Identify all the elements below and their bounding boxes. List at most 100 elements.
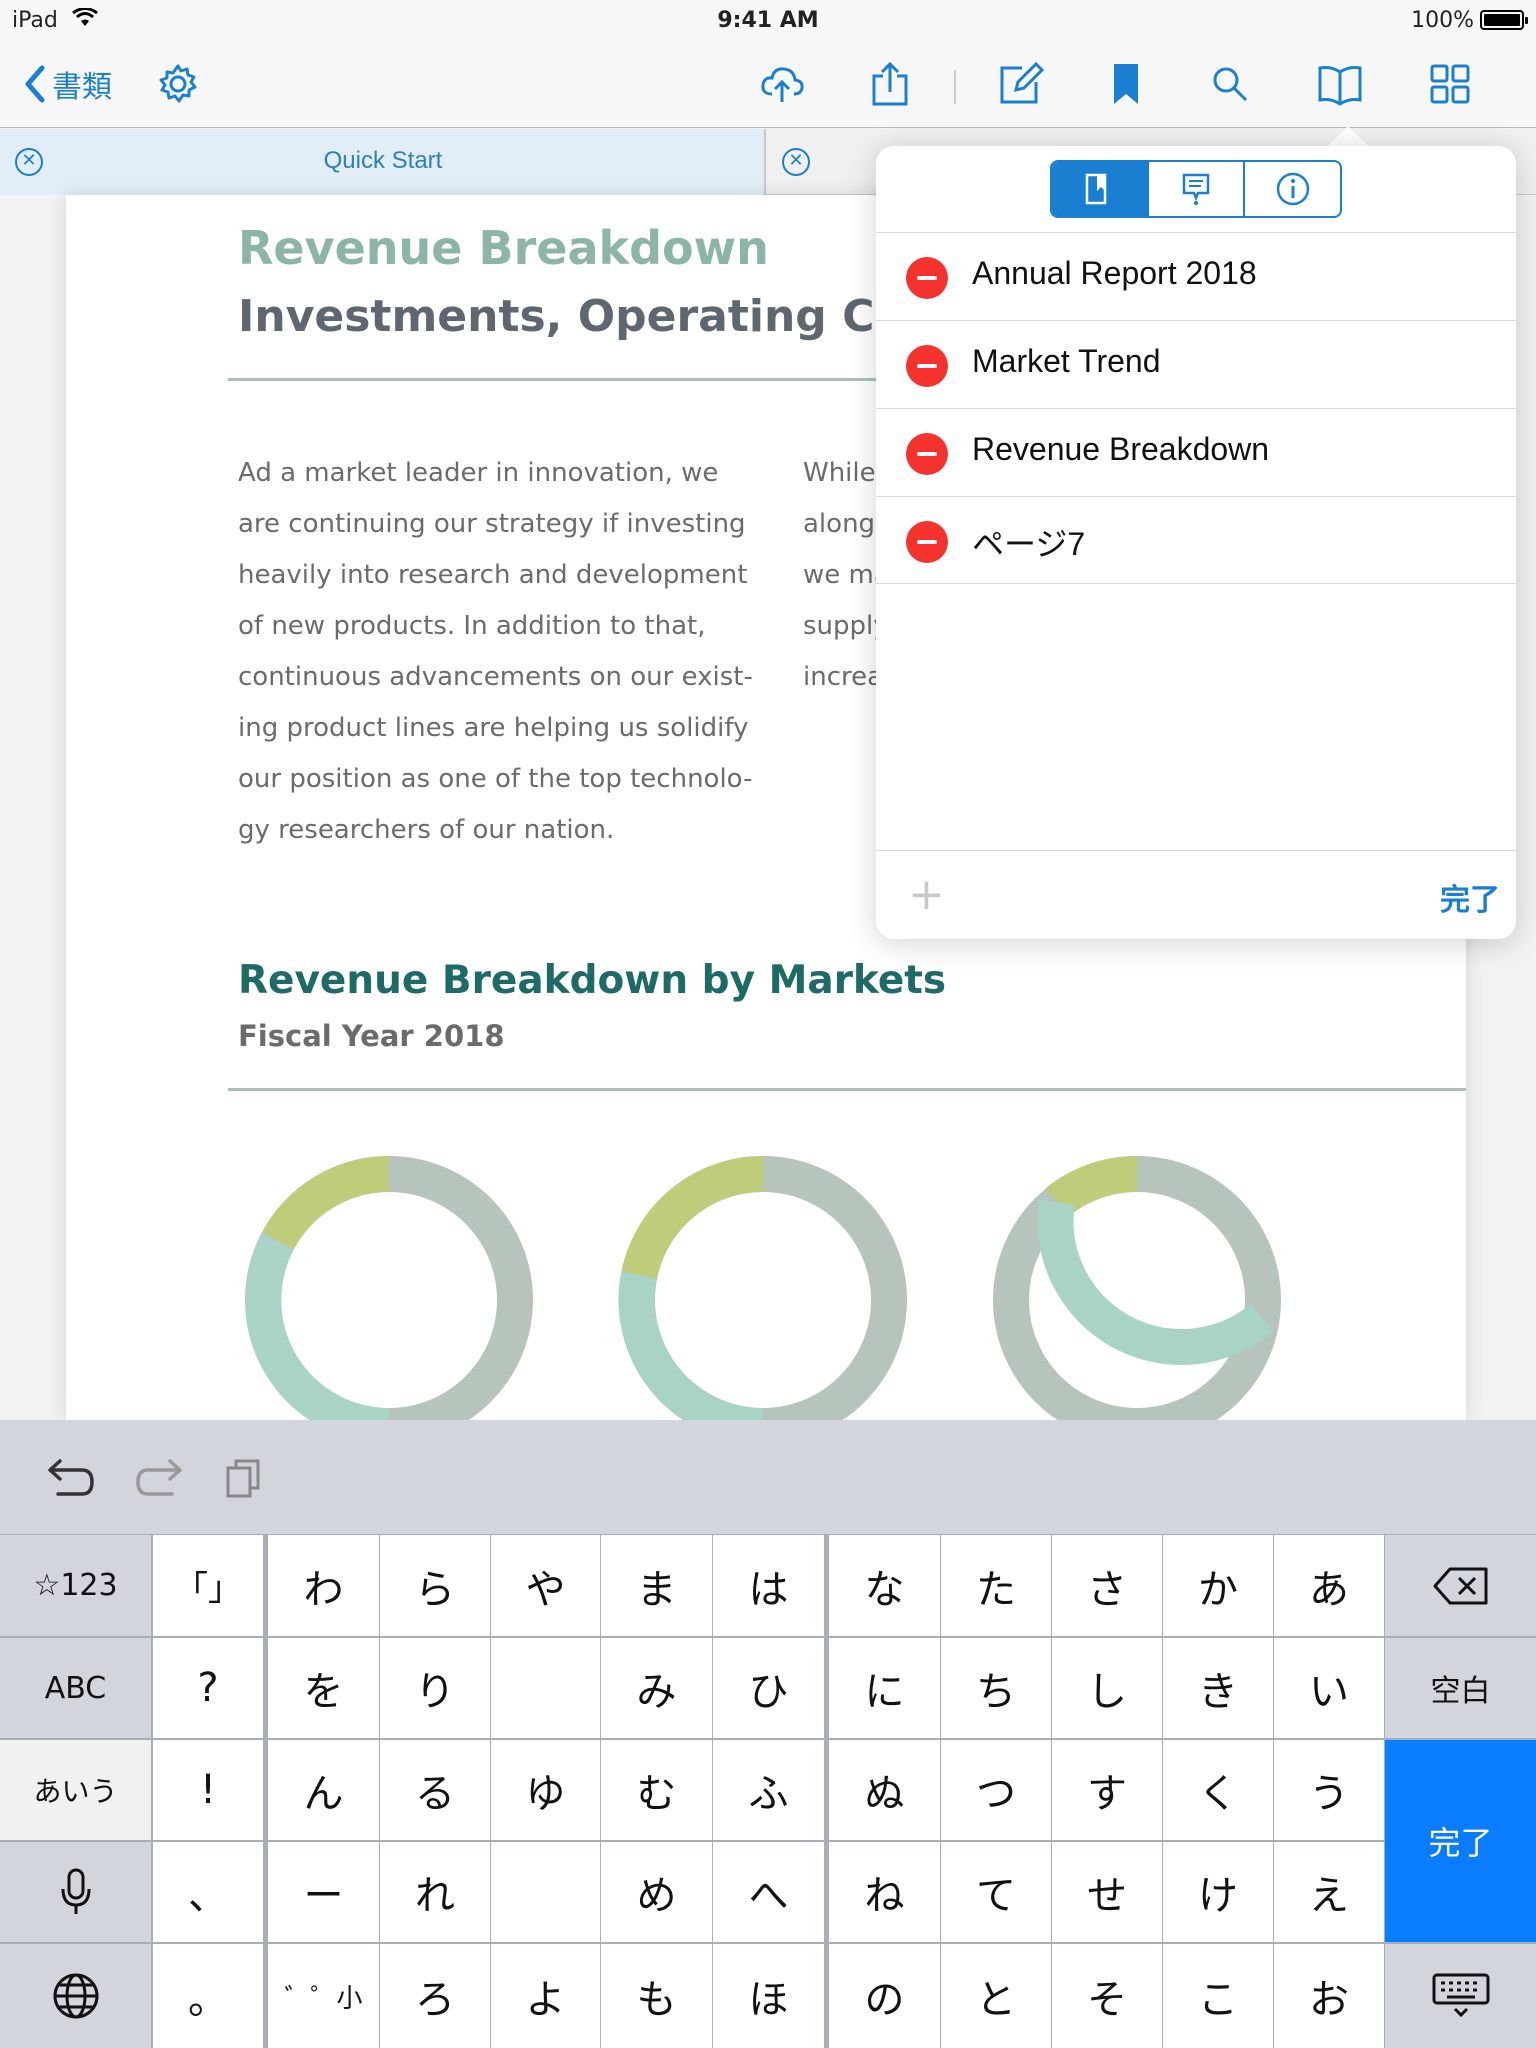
kana-key[interactable]: と xyxy=(941,1944,1051,2048)
segment-bookmarks[interactable] xyxy=(1052,162,1147,216)
kana-key[interactable]: う xyxy=(1274,1740,1384,1840)
kana-key[interactable]: え xyxy=(1274,1842,1384,1942)
kana-key[interactable]: つ xyxy=(941,1740,1051,1840)
grid-view-icon[interactable] xyxy=(1426,60,1474,108)
kana-key[interactable]: せ xyxy=(1052,1842,1162,1942)
bookmark-label: Market Trend xyxy=(972,343,1161,379)
delete-icon[interactable] xyxy=(906,345,948,387)
kana-key[interactable]: さ xyxy=(1052,1535,1162,1636)
kana-key[interactable]: に xyxy=(829,1638,940,1738)
kana-key[interactable]: ゛゜小 xyxy=(268,1944,379,2048)
kana-key[interactable]: よ xyxy=(491,1944,600,2048)
kana-key[interactable]: ろ xyxy=(380,1944,490,2048)
undo-icon[interactable] xyxy=(44,1456,96,1500)
add-bookmark-button[interactable]: + xyxy=(908,873,945,917)
kana-key[interactable]: な xyxy=(829,1535,940,1636)
kana-key[interactable]: る xyxy=(380,1740,490,1840)
kana-key[interactable]: ひ xyxy=(713,1638,824,1738)
kana-key[interactable]: む xyxy=(601,1740,712,1840)
paste-icon[interactable] xyxy=(224,1456,268,1500)
kana-key[interactable]: や xyxy=(491,1535,600,1636)
key-space[interactable]: 空白 xyxy=(1385,1638,1536,1738)
search-icon[interactable] xyxy=(1206,60,1254,108)
key-symbols[interactable]: ☆123 xyxy=(0,1535,151,1636)
kana-key[interactable]: ね xyxy=(829,1842,940,1942)
key-period[interactable]: 。 xyxy=(153,1944,263,2048)
kana-key[interactable]: か xyxy=(1163,1535,1273,1636)
kana-key[interactable]: そ xyxy=(1052,1944,1162,2048)
kana-key[interactable]: ほ xyxy=(713,1944,824,2048)
bookmark-icon[interactable] xyxy=(1102,60,1150,108)
key-exclamation[interactable]: ! xyxy=(153,1740,263,1840)
key-dictation[interactable] xyxy=(0,1842,151,1942)
navigation-bar: 書類 xyxy=(0,40,1536,128)
kana-key[interactable]: て xyxy=(941,1842,1051,1942)
bookmark-item[interactable]: Revenue Breakdown xyxy=(876,408,1516,496)
kana-key[interactable]: へ xyxy=(713,1842,824,1942)
donut-charts xyxy=(245,1155,1281,1420)
kana-key[interactable]: ち xyxy=(941,1638,1051,1738)
kana-key[interactable]: ら xyxy=(380,1535,490,1636)
kana-key[interactable]: い xyxy=(1274,1638,1384,1738)
edit-compose-icon[interactable] xyxy=(996,60,1044,108)
back-button[interactable]: 書類 xyxy=(22,60,112,108)
kana-key[interactable]: ー xyxy=(268,1842,379,1942)
key-brackets[interactable]: 「」 xyxy=(153,1535,263,1636)
kana-key[interactable]: す xyxy=(1052,1740,1162,1840)
delete-icon[interactable] xyxy=(906,433,948,475)
text-line: heavily into research and development xyxy=(238,560,748,590)
text-line: of new products. In addition to that, xyxy=(238,611,706,641)
kana-key[interactable]: ゆ xyxy=(491,1740,600,1840)
kana-key[interactable]: お xyxy=(1274,1944,1384,2048)
delete-icon[interactable] xyxy=(906,521,948,563)
kana-key[interactable] xyxy=(491,1638,600,1738)
bookmark-item[interactable]: ページ7 xyxy=(876,496,1516,584)
tab-quick-start[interactable]: ✕ Quick Start xyxy=(0,129,766,195)
key-kana[interactable]: あいう xyxy=(0,1740,151,1840)
kana-key[interactable]: た xyxy=(941,1535,1051,1636)
globe-icon xyxy=(53,1973,98,2019)
kana-key[interactable]: わ xyxy=(268,1535,379,1636)
kana-key[interactable]: こ xyxy=(1163,1944,1273,2048)
kana-key[interactable]: き xyxy=(1163,1638,1273,1738)
kana-key[interactable]: を xyxy=(268,1638,379,1738)
kana-key[interactable]: あ xyxy=(1274,1535,1384,1636)
book-outline-icon[interactable] xyxy=(1316,60,1364,108)
kana-key[interactable]: も xyxy=(601,1944,712,2048)
cloud-upload-icon[interactable] xyxy=(758,60,806,108)
bookmark-item[interactable]: Market Trend xyxy=(876,320,1516,408)
key-question[interactable]: ? xyxy=(153,1638,263,1738)
kana-key[interactable]: ぬ xyxy=(829,1740,940,1840)
kana-key[interactable]: れ xyxy=(380,1842,490,1942)
key-comma[interactable]: 、 xyxy=(153,1842,263,1942)
kana-key[interactable]: ん xyxy=(268,1740,379,1840)
key-abc[interactable]: ABC xyxy=(0,1638,151,1738)
done-button[interactable]: 完了 xyxy=(1440,875,1500,919)
bookmark-item[interactable]: Annual Report 2018 xyxy=(876,232,1516,320)
segment-info[interactable] xyxy=(1243,162,1340,216)
delete-icon[interactable] xyxy=(906,257,948,299)
body-column-1: Ad a market leader in innovation, we are… xyxy=(238,448,778,856)
key-globe[interactable] xyxy=(0,1944,151,2048)
chevron-left-icon xyxy=(25,65,45,103)
kana-key[interactable]: り xyxy=(380,1638,490,1738)
redo-icon[interactable] xyxy=(134,1456,186,1500)
kana-key[interactable]: け xyxy=(1163,1842,1273,1942)
kana-key[interactable]: ま xyxy=(601,1535,712,1636)
key-delete[interactable] xyxy=(1385,1535,1536,1636)
kana-key[interactable]: め xyxy=(601,1842,712,1942)
kana-key[interactable] xyxy=(491,1842,600,1942)
kana-key[interactable]: く xyxy=(1163,1740,1273,1840)
donut-chart-2 xyxy=(618,1155,907,1420)
key-done[interactable]: 完了 xyxy=(1385,1740,1536,1942)
segment-annotations[interactable] xyxy=(1146,162,1244,216)
kana-key[interactable]: み xyxy=(601,1638,712,1738)
key-dismiss-keyboard[interactable] xyxy=(1385,1944,1536,2048)
kana-key[interactable]: の xyxy=(829,1944,940,2048)
close-tab-icon[interactable]: ✕ xyxy=(782,148,810,176)
kana-key[interactable]: は xyxy=(713,1535,824,1636)
kana-key[interactable]: ふ xyxy=(713,1740,824,1840)
kana-key[interactable]: し xyxy=(1052,1638,1162,1738)
settings-gear-icon[interactable] xyxy=(154,60,202,108)
share-icon[interactable] xyxy=(866,60,914,108)
